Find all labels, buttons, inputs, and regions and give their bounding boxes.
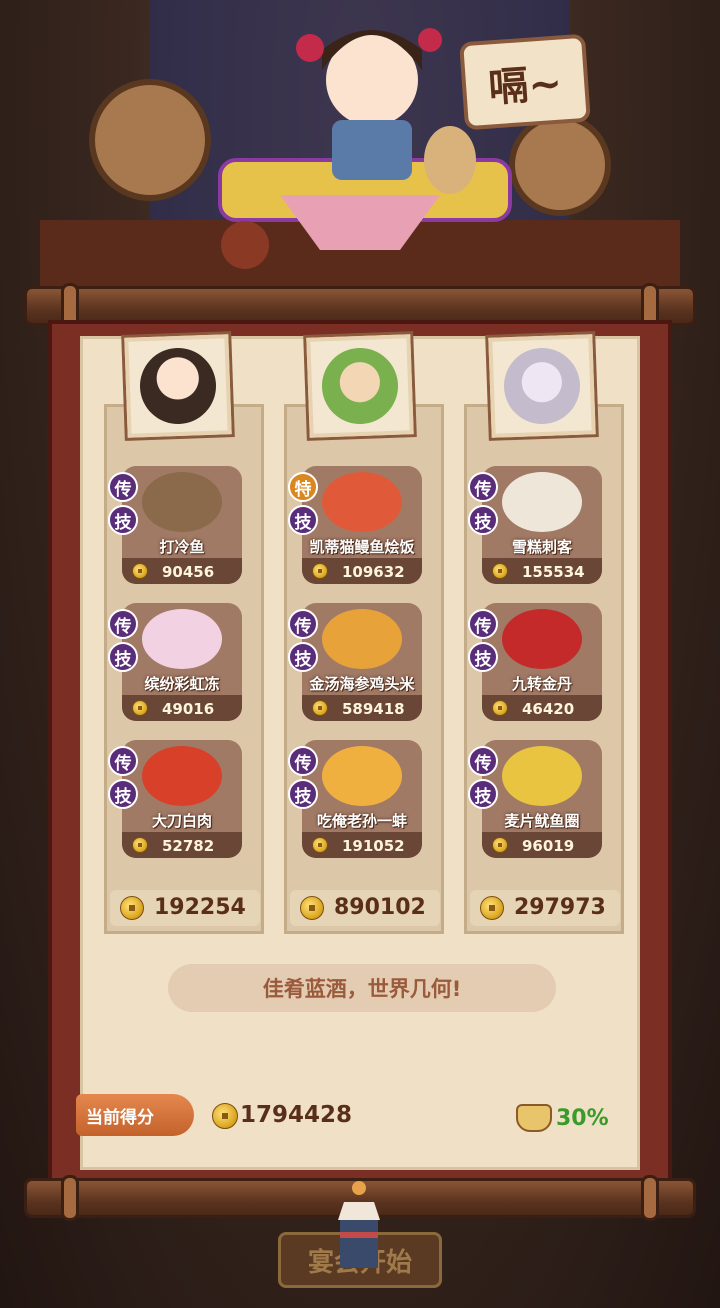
skill-badge: 技 [288, 642, 318, 672]
dish-price: 155534 [522, 563, 585, 581]
legend-badge: 传 [288, 609, 318, 639]
dish-card[interactable]: 九转金丹 46420 [482, 603, 602, 721]
dish-price-bar: 109632 [302, 558, 422, 584]
dish-name: 吃俺老孙一蚌 [316, 812, 407, 830]
special-badge: 特 [288, 472, 318, 502]
dish-price-bar: 155534 [482, 558, 602, 584]
legend-badge: 传 [108, 746, 138, 776]
dish-price-bar: 96019 [482, 832, 602, 858]
dish-name: 雪糕刺客 [511, 538, 572, 556]
dish-price-bar: 49016 [122, 695, 242, 721]
coin-icon [312, 837, 328, 853]
dish-card[interactable]: 缤纷彩虹冻 49016 [122, 603, 242, 721]
dish-image [322, 609, 402, 669]
legend-badge: 传 [288, 746, 318, 776]
coin-icon [212, 1103, 238, 1129]
dish-name: 麦片鱿鱼圈 [504, 812, 580, 830]
dish-name: 打冷鱼 [159, 538, 205, 556]
dish-price: 96019 [522, 837, 575, 855]
guest-avatar [138, 346, 218, 426]
rod-cap-right [641, 1175, 659, 1221]
column-total-2: 890102 [290, 890, 440, 926]
dish-price: 589418 [342, 700, 405, 718]
coin-icon [300, 896, 324, 920]
rod-cap-left [61, 1175, 79, 1221]
dish-card[interactable]: 麦片鱿鱼圈 96019 [482, 740, 602, 858]
legend-badge: 传 [468, 472, 498, 502]
dish-card[interactable]: 雪糕刺客 155534 [482, 466, 602, 584]
dish-price-bar: 191052 [302, 832, 422, 858]
skill-badge: 技 [468, 642, 498, 672]
chef-character-illustration [40, 0, 680, 290]
skill-badge: 技 [468, 779, 498, 809]
dish-name: 凯蒂猫鳗鱼烩饭 [309, 538, 415, 556]
motto-banner: 佳肴蓝酒，世界几何! [168, 964, 556, 1012]
column-total-3: 297973 [470, 890, 620, 926]
skill-badge: 技 [108, 505, 138, 535]
dish-name: 金汤海参鸡头米 [309, 675, 415, 693]
coin-icon [132, 837, 148, 853]
tassel-ornament-icon [338, 1181, 380, 1268]
dish-price-bar: 46420 [482, 695, 602, 721]
dish-price-bar: 90456 [122, 558, 242, 584]
coin-icon [480, 896, 504, 920]
total-value: 192254 [154, 895, 246, 920]
dish-price: 46420 [522, 700, 575, 718]
dish-image [142, 609, 222, 669]
legend-badge: 传 [108, 609, 138, 639]
legend-badge: 传 [108, 472, 138, 502]
dish-name: 九转金丹 [511, 675, 572, 693]
coin-icon [120, 896, 144, 920]
legend-badge: 传 [468, 746, 498, 776]
dish-card[interactable]: 打冷鱼 90456 [122, 466, 242, 584]
guest-portrait-1[interactable] [124, 334, 232, 438]
dish-image [322, 472, 402, 532]
current-score-value: 1794428 [240, 1102, 353, 1128]
coin-icon [132, 563, 148, 579]
guest-avatar [502, 346, 582, 426]
speech-bubble: 嗝~ [459, 33, 591, 131]
dish-price: 90456 [162, 563, 215, 581]
guest-avatar [320, 346, 400, 426]
skill-badge: 技 [468, 505, 498, 535]
dish-name: 缤纷彩虹冻 [144, 675, 220, 693]
dish-name: 大刀白肉 [151, 812, 212, 830]
dish-price-bar: 589418 [302, 695, 422, 721]
dish-price-bar: 52782 [122, 832, 242, 858]
legend-badge: 传 [468, 609, 498, 639]
column-total-1: 192254 [110, 890, 260, 926]
coin-icon [492, 837, 508, 853]
coin-icon [132, 700, 148, 716]
satiety-bowl-icon [516, 1104, 552, 1132]
bonus-percent: 30% [556, 1106, 609, 1131]
dish-card[interactable]: 凯蒂猫鳗鱼烩饭 109632 [302, 466, 422, 584]
skill-badge: 技 [288, 505, 318, 535]
dish-card[interactable]: 大刀白肉 52782 [122, 740, 242, 858]
dish-card[interactable]: 金汤海参鸡头米 589418 [302, 603, 422, 721]
dish-price: 52782 [162, 837, 215, 855]
dish-card[interactable]: 吃俺老孙一蚌 191052 [302, 740, 422, 858]
dish-price: 49016 [162, 700, 215, 718]
skill-badge: 技 [288, 779, 318, 809]
skill-badge: 技 [108, 642, 138, 672]
current-score-label: 当前得分 [76, 1094, 194, 1136]
dish-price: 109632 [342, 563, 405, 581]
guest-portrait-3[interactable] [488, 334, 596, 438]
coin-icon [312, 700, 328, 716]
dish-image [142, 472, 222, 532]
coin-icon [492, 563, 508, 579]
dish-image [502, 746, 582, 806]
total-value: 890102 [334, 895, 426, 920]
dish-image [322, 746, 402, 806]
dish-image [502, 472, 582, 532]
coin-icon [492, 700, 508, 716]
coin-icon [312, 563, 328, 579]
dish-image [502, 609, 582, 669]
dish-price: 191052 [342, 837, 405, 855]
total-value: 297973 [514, 895, 606, 920]
dish-image [142, 746, 222, 806]
skill-badge: 技 [108, 779, 138, 809]
guest-portrait-2[interactable] [306, 334, 414, 438]
